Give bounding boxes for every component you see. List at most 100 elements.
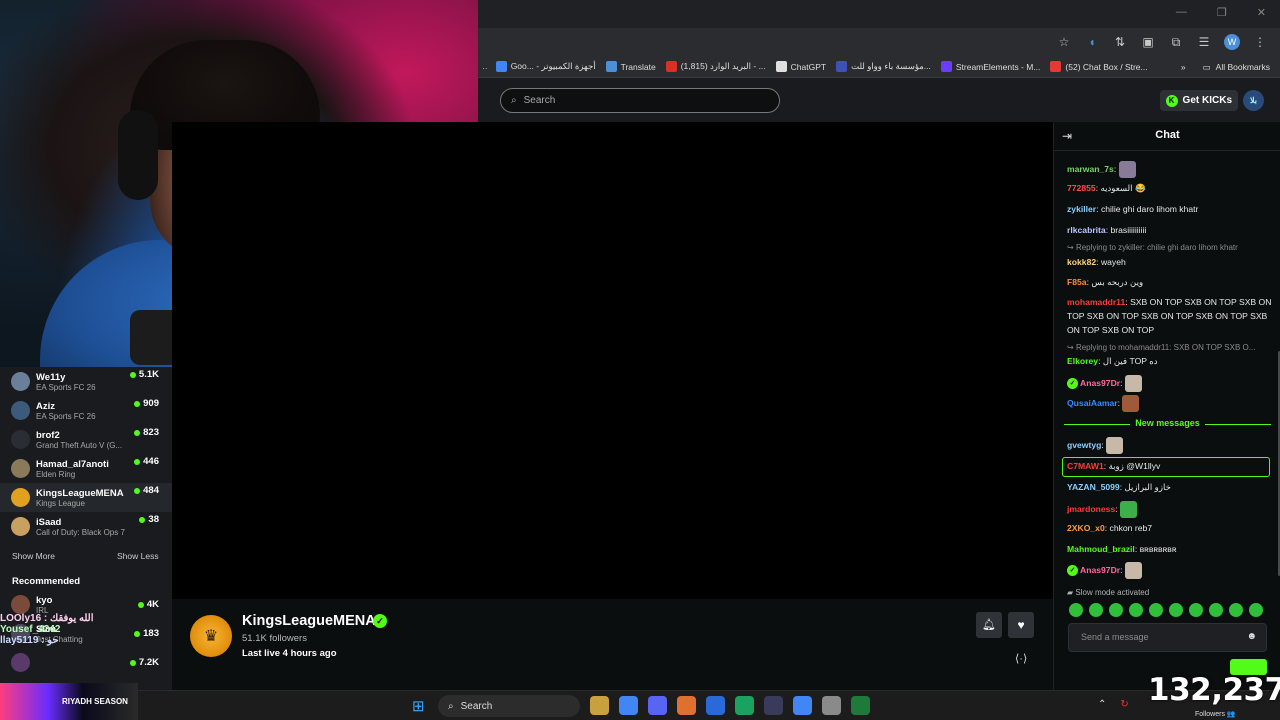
notification-bell-button[interactable]: 🔔︎ — [976, 612, 1002, 638]
following-channel-item[interactable]: Aziz EA Sports FC 26 909 — [0, 396, 172, 425]
chat-message[interactable]: marwan_7s: — [1067, 161, 1273, 178]
get-kicks-button[interactable]: K Get KICKs — [1159, 90, 1238, 111]
tab-search-icon[interactable]: ☰ — [1196, 35, 1212, 49]
chat-username[interactable]: Anas97Dr — [1080, 565, 1120, 575]
chat-message[interactable]: 2XKO_x0: chkon reb7 — [1067, 521, 1273, 535]
chat-username[interactable]: marwan_7s — [1067, 164, 1114, 174]
taskbar-app-icon[interactable] — [851, 696, 870, 715]
emote-icon[interactable] — [1089, 603, 1103, 617]
extension-sync-icon[interactable]: ⇅ — [1112, 35, 1128, 49]
chat-message[interactable]: F85a: وين دربحه بس — [1067, 275, 1273, 289]
chat-message[interactable]: mohamaddr11: SXB ON TOP SXB ON TOP SXB O… — [1067, 295, 1273, 337]
extension-m-icon[interactable]: ▣ — [1140, 35, 1156, 49]
maximize-button[interactable]: ❐ — [1217, 6, 1227, 19]
recommended-channel-item[interactable]: 7.2K — [0, 648, 172, 677]
emote-icon[interactable] — [1129, 603, 1143, 617]
chat-username[interactable]: 772855 — [1067, 183, 1096, 193]
tray-app-icon[interactable]: ↻ — [1120, 699, 1128, 710]
channel-name[interactable]: KingsLeagueMENA — [242, 613, 376, 629]
following-channel-item[interactable]: brof2 Grand Theft Auto V (G... 823 — [0, 425, 172, 454]
chat-message-input[interactable]: Send a message ☻ — [1068, 623, 1267, 652]
chat-username[interactable]: mohamaddr11 — [1067, 297, 1125, 307]
chat-message[interactable]: gvewtyg: — [1067, 437, 1273, 454]
emote-icon[interactable] — [1189, 603, 1203, 617]
chat-message[interactable]: rlkcabrita: brasiiiiiiiiii — [1067, 223, 1273, 237]
taskbar-search[interactable]: ⌕ Search — [438, 695, 580, 717]
chat-username[interactable]: jmardoness — [1067, 504, 1115, 514]
taskbar-app-icon[interactable] — [793, 696, 812, 715]
follow-heart-button[interactable]: ♥ — [1008, 612, 1034, 638]
chat-message[interactable]: ✓ Anas97Dr: — [1067, 562, 1273, 579]
minimize-button[interactable]: — — [1176, 6, 1187, 19]
chat-username[interactable]: rlkcabrita — [1067, 225, 1106, 235]
bookmark-item[interactable]: مؤسسة باء وواو للت... — [836, 61, 931, 72]
bookmark-item[interactable]: Goo... - أجهزة الكمبيوتر — [495, 61, 596, 72]
emote-icon[interactable] — [1209, 603, 1223, 617]
bookmark-item[interactable]: StreamElements - M... — [940, 61, 1040, 72]
bookmarks-overflow-left[interactable]: ‥ — [482, 61, 488, 72]
video-player[interactable] — [172, 122, 1053, 599]
emote-icon[interactable] — [1109, 603, 1123, 617]
emote-icon[interactable] — [1249, 603, 1263, 617]
windows-start-icon[interactable]: ⊞ — [412, 697, 425, 715]
chat-username[interactable]: zykiller — [1067, 204, 1096, 214]
chat-username[interactable]: Mahmoud_brazil — [1067, 544, 1135, 554]
chat-username[interactable]: QusaiAamar — [1067, 398, 1118, 408]
bookmark-item[interactable]: (1,815) البريد الوارد - ... — [665, 61, 766, 72]
chat-username[interactable]: Elkorey — [1067, 356, 1098, 366]
collapse-chat-icon[interactable]: ⇥ — [1062, 129, 1072, 143]
taskbar-app-icon[interactable] — [706, 696, 725, 715]
tray-chevron-up-icon[interactable]: ⌃ — [1098, 699, 1106, 710]
taskbar-app-icon[interactable] — [590, 696, 609, 715]
chat-message[interactable]: zykiller: chilie ghi daro lihom khatr — [1067, 202, 1273, 216]
search-input[interactable]: ⌕ Search — [500, 88, 780, 113]
channel-avatar[interactable]: ♛ — [190, 615, 232, 657]
taskbar-app-icon[interactable] — [619, 696, 638, 715]
following-channel-item[interactable]: KingsLeagueMENA Kings League 484 — [0, 483, 172, 512]
show-less-button[interactable]: Show Less — [117, 551, 159, 561]
chat-username[interactable]: F85a — [1067, 277, 1087, 287]
chat-username[interactable]: YAZAN_5099 — [1067, 482, 1120, 492]
chat-text: وين دربحه بس — [1091, 277, 1144, 287]
taskbar-app-icon[interactable] — [764, 696, 783, 715]
chat-message[interactable]: YAZAN_5099: خازو البرازيل — [1067, 480, 1273, 494]
close-button[interactable]: ✕ — [1257, 6, 1266, 19]
following-channel-item[interactable]: Hamad_al7anoti Elden Ring 446 — [0, 454, 172, 483]
bookmark-item[interactable]: ChatGPT — [775, 61, 826, 72]
chat-username[interactable]: Anas97Dr — [1080, 378, 1120, 388]
chat-message[interactable]: kokk82: wayeh — [1067, 255, 1273, 269]
chat-message[interactable]: Mahmoud_brazil: ʙʀʙʀʙʀʙʀ — [1067, 542, 1273, 556]
following-channel-item[interactable]: We11y EA Sports FC 26 5.1K — [0, 367, 172, 396]
share-icon[interactable]: ⟨·⟩ — [1015, 652, 1027, 665]
chat-username[interactable]: 2XKO_x0 — [1067, 523, 1105, 533]
bookmark-item[interactable]: Translate — [605, 61, 656, 72]
emoji-picker-icon[interactable]: ☻ — [1246, 631, 1257, 642]
menu-kebab-icon[interactable]: ⋮ — [1252, 35, 1268, 49]
extensions-puzzle-icon[interactable]: ⧉ — [1168, 35, 1184, 50]
chat-message[interactable]: Elkorey: فين ال TOP ده — [1067, 354, 1273, 368]
emote-icon[interactable] — [1229, 603, 1243, 617]
chevron-double-right-icon[interactable]: » — [1181, 62, 1186, 72]
taskbar-app-icon[interactable] — [822, 696, 841, 715]
bookmark-item[interactable]: (52) Chat Box / Stre... — [1050, 61, 1148, 72]
taskbar-app-icon[interactable] — [735, 696, 754, 715]
chat-username[interactable]: gvewtyg — [1067, 440, 1101, 450]
emote-icon[interactable] — [1169, 603, 1183, 617]
emote-icon[interactable] — [1149, 603, 1163, 617]
chat-username[interactable]: kokk82 — [1067, 257, 1096, 267]
taskbar-app-icon[interactable] — [677, 696, 696, 715]
all-bookmarks-button[interactable]: » ▭ All Bookmarks — [1181, 56, 1270, 78]
chat-message[interactable]: jmardoness: — [1067, 501, 1273, 518]
show-more-button[interactable]: Show More — [12, 551, 55, 561]
chat-message[interactable]: QusaiAamar: — [1067, 395, 1273, 412]
chat-message[interactable]: ✓ Anas97Dr: — [1067, 375, 1273, 392]
chat-message[interactable]: 772855: السعوديه 😂 — [1067, 181, 1273, 195]
viewer-count-value: 823 — [143, 427, 159, 438]
taskbar-app-icon[interactable] — [648, 696, 667, 715]
extension-audio-icon[interactable]: ◖ — [1084, 35, 1100, 49]
star-icon[interactable]: ☆ — [1056, 35, 1072, 49]
emote-icon[interactable] — [1069, 603, 1083, 617]
following-channel-item[interactable]: iSaad Call of Duty: Black Ops 7 38 — [0, 512, 172, 541]
profile-avatar-icon[interactable]: W — [1224, 34, 1240, 50]
user-avatar[interactable]: بلا — [1243, 90, 1264, 111]
